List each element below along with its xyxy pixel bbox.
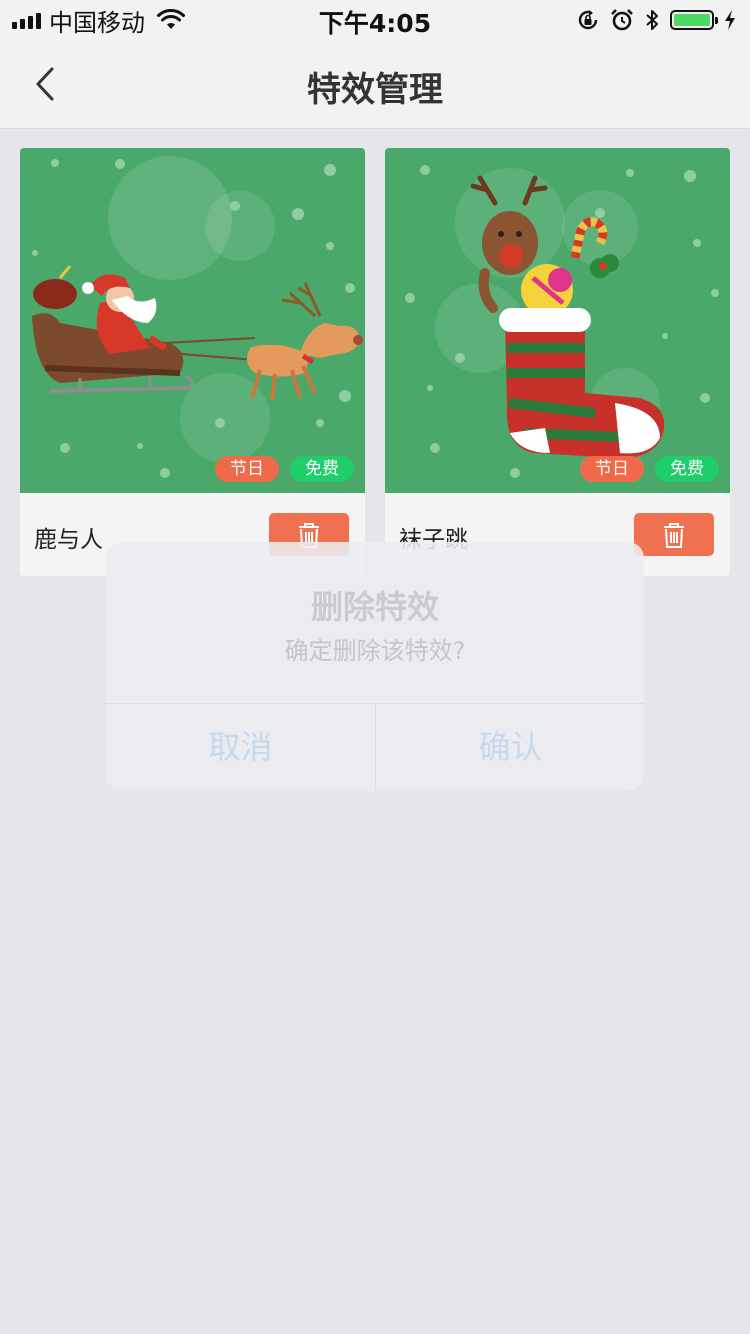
tag-free: 免费 — [655, 456, 719, 482]
effect-thumbnail-stocking[interactable]: 节日 免费 — [385, 148, 730, 493]
dialog-title: 删除特效 — [310, 588, 439, 626]
tag-holiday: 节日 — [215, 456, 279, 482]
cancel-button[interactable]: 取消 — [106, 704, 375, 791]
confirm-button[interactable]: 确认 — [376, 704, 644, 791]
page-title: 特效管理 — [307, 70, 443, 110]
dialog-message: 确定删除该特效? — [284, 637, 466, 665]
battery-icon — [670, 10, 718, 30]
tag-free: 免费 — [290, 456, 354, 482]
nav-bar: 特效管理 — [0, 40, 750, 129]
alarm-icon — [611, 9, 633, 31]
rotation-lock-icon — [578, 10, 598, 30]
delete-confirm-dialog: 删除特效 确定删除该特效? 取消 确认 — [106, 542, 644, 791]
tag-holiday: 节日 — [580, 456, 644, 482]
bluetooth-icon — [646, 10, 658, 30]
effect-card[interactable]: 节日 免费 袜子跳 — [385, 148, 730, 576]
effect-name: 鹿与人 — [34, 527, 103, 553]
charging-icon — [725, 10, 735, 30]
delete-button[interactable] — [634, 513, 714, 556]
status-bar: 中国移动 下午4:05 — [0, 0, 750, 40]
trash-icon — [664, 523, 684, 548]
effect-thumbnail-reindeer-sleigh[interactable]: 节日 免费 — [20, 148, 365, 493]
effect-card[interactable]: 节日 免费 鹿与人 — [20, 148, 365, 576]
